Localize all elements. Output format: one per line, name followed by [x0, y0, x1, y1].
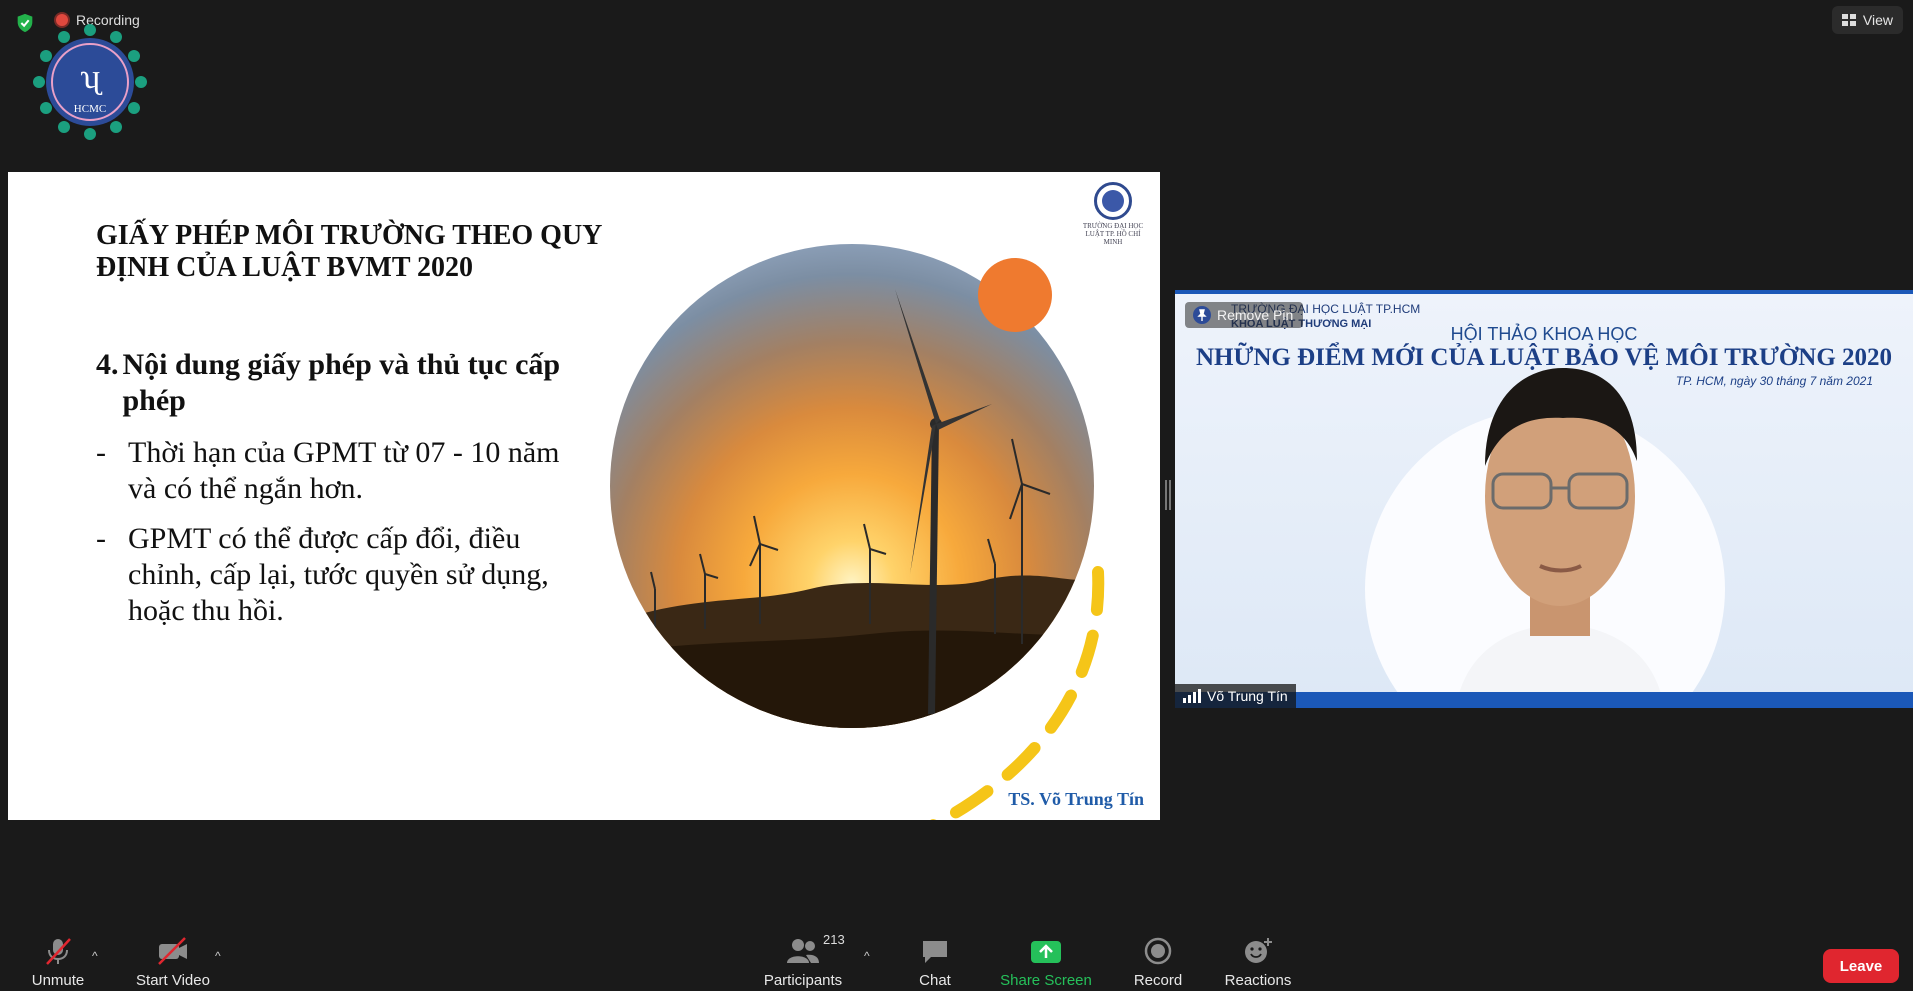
start-video-button[interactable]: Start Video — [133, 929, 213, 991]
list-item: - Thời hạn của GPMT từ 07 - 10 năm và có… — [96, 435, 586, 507]
video-off-icon — [158, 937, 187, 965]
reactions-button[interactable]: Reactions — [1222, 929, 1294, 991]
participant-name: Võ Trung Tín — [1207, 688, 1288, 704]
video-date: TP. HCM, ngày 30 tháng 7 năm 2021 — [1675, 374, 1873, 388]
heading-text: Nội dung giấy phép và thủ tục cấp phép — [122, 348, 561, 417]
share-screen-button[interactable]: Share Screen — [998, 929, 1094, 991]
record-icon — [1144, 937, 1172, 965]
share-screen-label: Share Screen — [1000, 972, 1092, 989]
muted-microphone-icon — [46, 938, 71, 965]
leave-button[interactable]: Leave — [1823, 949, 1899, 983]
participants-count: 213 — [823, 932, 845, 947]
bullet-text: GPMT có thể được cấp đổi, điều chỉnh, cấ… — [128, 522, 549, 627]
seal-icon — [1094, 182, 1132, 220]
participant-name-tag: Võ Trung Tín — [1175, 684, 1296, 708]
record-button[interactable]: Record — [1130, 929, 1186, 991]
heading-number: 4. — [96, 348, 119, 381]
slide-university-logo: TRƯỜNG ĐẠI HỌC LUẬT TP. HỒ CHÍ MINH — [1078, 182, 1148, 246]
pin-icon — [1193, 306, 1211, 324]
slide-bullet-list: - Thời hạn của GPMT từ 07 - 10 năm và có… — [96, 435, 586, 643]
shared-slide: TRƯỜNG ĐẠI HỌC LUẬT TP. HỒ CHÍ MINH GIẤY… — [8, 172, 1160, 820]
participants-label: Participants — [763, 972, 843, 989]
resize-handle[interactable] — [1165, 480, 1171, 510]
bullet-text: Thời hạn của GPMT từ 07 - 10 năm và có t… — [128, 436, 560, 505]
view-label: View — [1862, 12, 1893, 28]
audio-options-caret[interactable]: ^ — [92, 949, 98, 963]
slide-logo-caption: TRƯỜNG ĐẠI HỌC LUẬT TP. HỒ CHÍ MINH — [1082, 222, 1144, 246]
unmute-button[interactable]: Unmute — [28, 929, 88, 991]
bullet-marker: - — [96, 522, 106, 555]
view-button[interactable]: View — [1831, 6, 1903, 34]
decorative-orange-circle — [978, 258, 1052, 332]
list-item: - GPMT có thể được cấp đổi, điều chỉnh, … — [96, 521, 586, 629]
chat-button[interactable]: Chat — [910, 929, 960, 991]
signal-strength-icon — [1183, 689, 1201, 703]
video-options-caret[interactable]: ^ — [215, 949, 221, 963]
unmute-label: Unmute — [31, 972, 85, 989]
grid-view-icon — [1841, 14, 1856, 26]
slide-section-heading: 4. Nội dung giấy phép và thủ tục cấp phé… — [96, 347, 586, 419]
slide-title: GIẤY PHÉP MÔI TRƯỜNG THEO QUY ĐỊNH CỦA L… — [96, 220, 602, 283]
university-logo: ʯ HCMC — [33, 24, 147, 140]
chat-icon — [923, 941, 947, 963]
share-screen-icon — [1031, 941, 1061, 963]
speaker-person — [1456, 368, 1664, 708]
reactions-label: Reactions — [1224, 972, 1292, 989]
meeting-toolbar: Unmute ^ Start Video ^ Participants 213 … — [0, 927, 1913, 991]
svg-text:ʯ: ʯ — [80, 59, 103, 96]
bullet-marker: - — [96, 436, 106, 469]
slide-author: TS. Võ Trung Tín — [1008, 789, 1144, 809]
decorative-dashed-arc — [930, 566, 1105, 820]
logo-text: HCMC — [74, 103, 106, 115]
start-video-label: Start Video — [136, 972, 210, 989]
reactions-smiley-icon — [1245, 938, 1272, 963]
speaker-video-tile[interactable]: TRƯỜNG ĐẠI HỌC LUẬT TP.HCM KHOA LUẬT THƯ… — [1175, 290, 1913, 708]
participants-options-caret[interactable]: ^ — [864, 949, 870, 963]
remove-pin-label: Remove Pin — [1217, 307, 1294, 323]
record-label: Record — [1133, 972, 1183, 989]
remove-pin-button[interactable]: Remove Pin — [1185, 302, 1304, 328]
participants-icon — [787, 939, 819, 963]
chat-label: Chat — [919, 972, 951, 989]
